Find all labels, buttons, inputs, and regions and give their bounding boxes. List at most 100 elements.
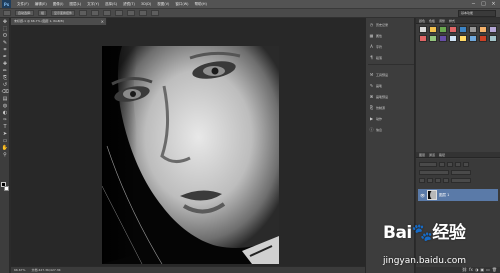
lock-position-icon[interactable] bbox=[435, 178, 441, 183]
filter-shape-icon[interactable] bbox=[463, 162, 469, 167]
adjustment-tile[interactable] bbox=[489, 35, 497, 42]
panel-strip-item-history[interactable]: ◷ 历史记录 bbox=[369, 21, 413, 28]
minimize-icon[interactable]: − bbox=[470, 1, 477, 7]
adjustment-tile[interactable] bbox=[459, 35, 467, 42]
tab-paths[interactable]: 路径 bbox=[439, 152, 445, 157]
history-brush-icon[interactable]: ↺ bbox=[1, 82, 9, 88]
layer-kind-filter[interactable] bbox=[419, 162, 437, 167]
opacity-field[interactable] bbox=[451, 170, 471, 175]
adjustment-tile[interactable] bbox=[429, 35, 437, 42]
menu-select[interactable]: 选择(S) bbox=[105, 2, 117, 7]
adjustment-tile[interactable] bbox=[419, 26, 427, 33]
fill-field[interactable] bbox=[451, 178, 471, 183]
healing-brush-icon[interactable]: ✚ bbox=[1, 61, 9, 67]
align-bottom-icon[interactable] bbox=[103, 10, 112, 16]
auto-select-checkbox[interactable]: 自动选择: bbox=[15, 10, 35, 16]
adjustment-tile[interactable] bbox=[469, 26, 477, 33]
zoom-tool-icon[interactable]: ⚲ bbox=[1, 152, 9, 158]
background-color-swatch[interactable] bbox=[4, 186, 9, 191]
visibility-eye-icon[interactable]: 👁 bbox=[420, 193, 425, 198]
panel-strip-item-properties[interactable]: ▦ 属性 bbox=[369, 32, 413, 39]
panel-strip-item-actions[interactable]: ▶ 动作 bbox=[369, 115, 413, 122]
panel-strip-item-info[interactable]: ⓘ 信息 bbox=[369, 126, 413, 133]
lock-all-icon[interactable] bbox=[443, 178, 449, 183]
adjustment-tile[interactable] bbox=[469, 35, 477, 42]
hand-tool-icon[interactable]: ✋ bbox=[1, 145, 9, 151]
lock-transparent-icon[interactable] bbox=[419, 178, 425, 183]
blur-tool-icon[interactable]: ◍ bbox=[1, 103, 9, 109]
panel-strip-item-brush[interactable]: ✎ 画笔 bbox=[369, 82, 413, 89]
tab-layers[interactable]: 图层 bbox=[419, 152, 425, 157]
quick-select-tool-icon[interactable]: ✎ bbox=[1, 40, 9, 46]
adjustment-tile[interactable] bbox=[449, 26, 457, 33]
close-tab-icon[interactable]: × bbox=[101, 18, 104, 25]
adjustment-tile[interactable] bbox=[439, 35, 447, 42]
menu-help[interactable]: 帮助(H) bbox=[195, 2, 207, 7]
gradient-tool-icon[interactable]: ▤ bbox=[1, 96, 9, 102]
move-preset-icon[interactable] bbox=[3, 10, 11, 16]
zoom-level[interactable]: 66.67% bbox=[14, 268, 25, 272]
panel-strip-item-tool-presets[interactable]: ⚒ 工具预设 bbox=[369, 71, 413, 78]
menu-view[interactable]: 视图(V) bbox=[157, 2, 169, 7]
menu-layer[interactable]: 图层(L) bbox=[69, 2, 81, 7]
filter-adjustment-icon[interactable] bbox=[447, 162, 453, 167]
menu-filter[interactable]: 滤镜(T) bbox=[123, 2, 135, 7]
pen-tool-icon[interactable]: ✑ bbox=[1, 117, 9, 123]
tab-swatches[interactable]: 色板 bbox=[429, 18, 435, 23]
filter-type-icon[interactable] bbox=[455, 162, 461, 167]
align-top-icon[interactable] bbox=[79, 10, 88, 16]
3d-mode-icon[interactable] bbox=[151, 10, 160, 16]
menu-file[interactable]: 文件(F) bbox=[17, 2, 29, 7]
clone-stamp-icon[interactable]: ⎘ bbox=[1, 75, 9, 81]
adjustment-tile[interactable] bbox=[449, 35, 457, 42]
panel-strip-item-paragraph[interactable]: ¶ 段落 bbox=[369, 54, 413, 61]
panel-strip-item-clone-source[interactable]: ⎘ 仿制源 bbox=[369, 104, 413, 111]
type-tool-icon[interactable]: T bbox=[1, 124, 9, 130]
layer-name[interactable]: 图层 1 bbox=[439, 193, 449, 198]
menu-3d[interactable]: 3D(D) bbox=[141, 2, 151, 7]
shape-tool-icon[interactable]: ▭ bbox=[1, 138, 9, 144]
lasso-tool-icon[interactable]: ʘ bbox=[1, 33, 9, 39]
tab-styles[interactable]: 样式 bbox=[449, 18, 455, 23]
auto-select-target-dropdown[interactable]: 组 bbox=[38, 10, 48, 16]
adjustment-tile[interactable] bbox=[439, 26, 447, 33]
close-icon[interactable]: × bbox=[490, 1, 497, 7]
layer-row[interactable]: 👁 图层 1 bbox=[418, 189, 498, 201]
align-right-icon[interactable] bbox=[139, 10, 148, 16]
menu-edit[interactable]: 编辑(E) bbox=[35, 2, 47, 7]
brush-tool-icon[interactable]: ✏ bbox=[1, 68, 9, 74]
document-tab[interactable]: 未标题-1 @ 66.7% (图层 1, RGB/8) × bbox=[11, 18, 107, 25]
eraser-tool-icon[interactable]: ⌫ bbox=[1, 89, 9, 95]
adjustment-tile[interactable] bbox=[429, 26, 437, 33]
adjustment-tile[interactable] bbox=[479, 26, 487, 33]
maximize-icon[interactable]: □ bbox=[480, 1, 487, 7]
adjustment-tile[interactable] bbox=[459, 26, 467, 33]
crop-tool-icon[interactable]: ⌗ bbox=[1, 47, 9, 53]
menu-type[interactable]: 文字(Y) bbox=[87, 2, 99, 7]
workspace-dropdown[interactable]: 基本功能 bbox=[458, 10, 496, 17]
adjustment-tile[interactable] bbox=[419, 35, 427, 42]
tab-color[interactable]: 颜色 bbox=[419, 18, 425, 23]
menu-window[interactable]: 窗口(W) bbox=[175, 2, 188, 7]
path-select-icon[interactable]: ➤ bbox=[1, 131, 9, 137]
align-middle-icon[interactable] bbox=[91, 10, 100, 16]
panel-strip-item-character[interactable]: A 字符 bbox=[369, 43, 413, 50]
dodge-tool-icon[interactable]: ◐ bbox=[1, 110, 9, 116]
menu-image[interactable]: 图像(I) bbox=[53, 2, 64, 7]
align-center-icon[interactable] bbox=[127, 10, 136, 16]
canvas[interactable] bbox=[102, 46, 279, 264]
adjustment-tile[interactable] bbox=[479, 35, 487, 42]
align-left-icon[interactable] bbox=[115, 10, 124, 16]
tab-channels[interactable]: 通道 bbox=[429, 152, 435, 157]
blend-mode-dropdown[interactable] bbox=[419, 170, 449, 175]
panel-strip-item-brush-presets[interactable]: ⌘ 画笔预设 bbox=[369, 93, 413, 100]
adjustment-tile[interactable] bbox=[489, 26, 497, 33]
eyedropper-tool-icon[interactable]: ✒ bbox=[1, 54, 9, 60]
tab-adjustments[interactable]: 调整 bbox=[439, 18, 445, 23]
filter-pixel-icon[interactable] bbox=[439, 162, 445, 167]
move-tool-icon[interactable]: ✥ bbox=[1, 19, 9, 25]
marquee-tool-icon[interactable]: ⬚ bbox=[1, 26, 9, 32]
color-swatches[interactable] bbox=[1, 182, 9, 192]
show-transform-controls-checkbox[interactable]: 显示变换控件 bbox=[51, 10, 76, 16]
lock-pixels-icon[interactable] bbox=[427, 178, 433, 183]
